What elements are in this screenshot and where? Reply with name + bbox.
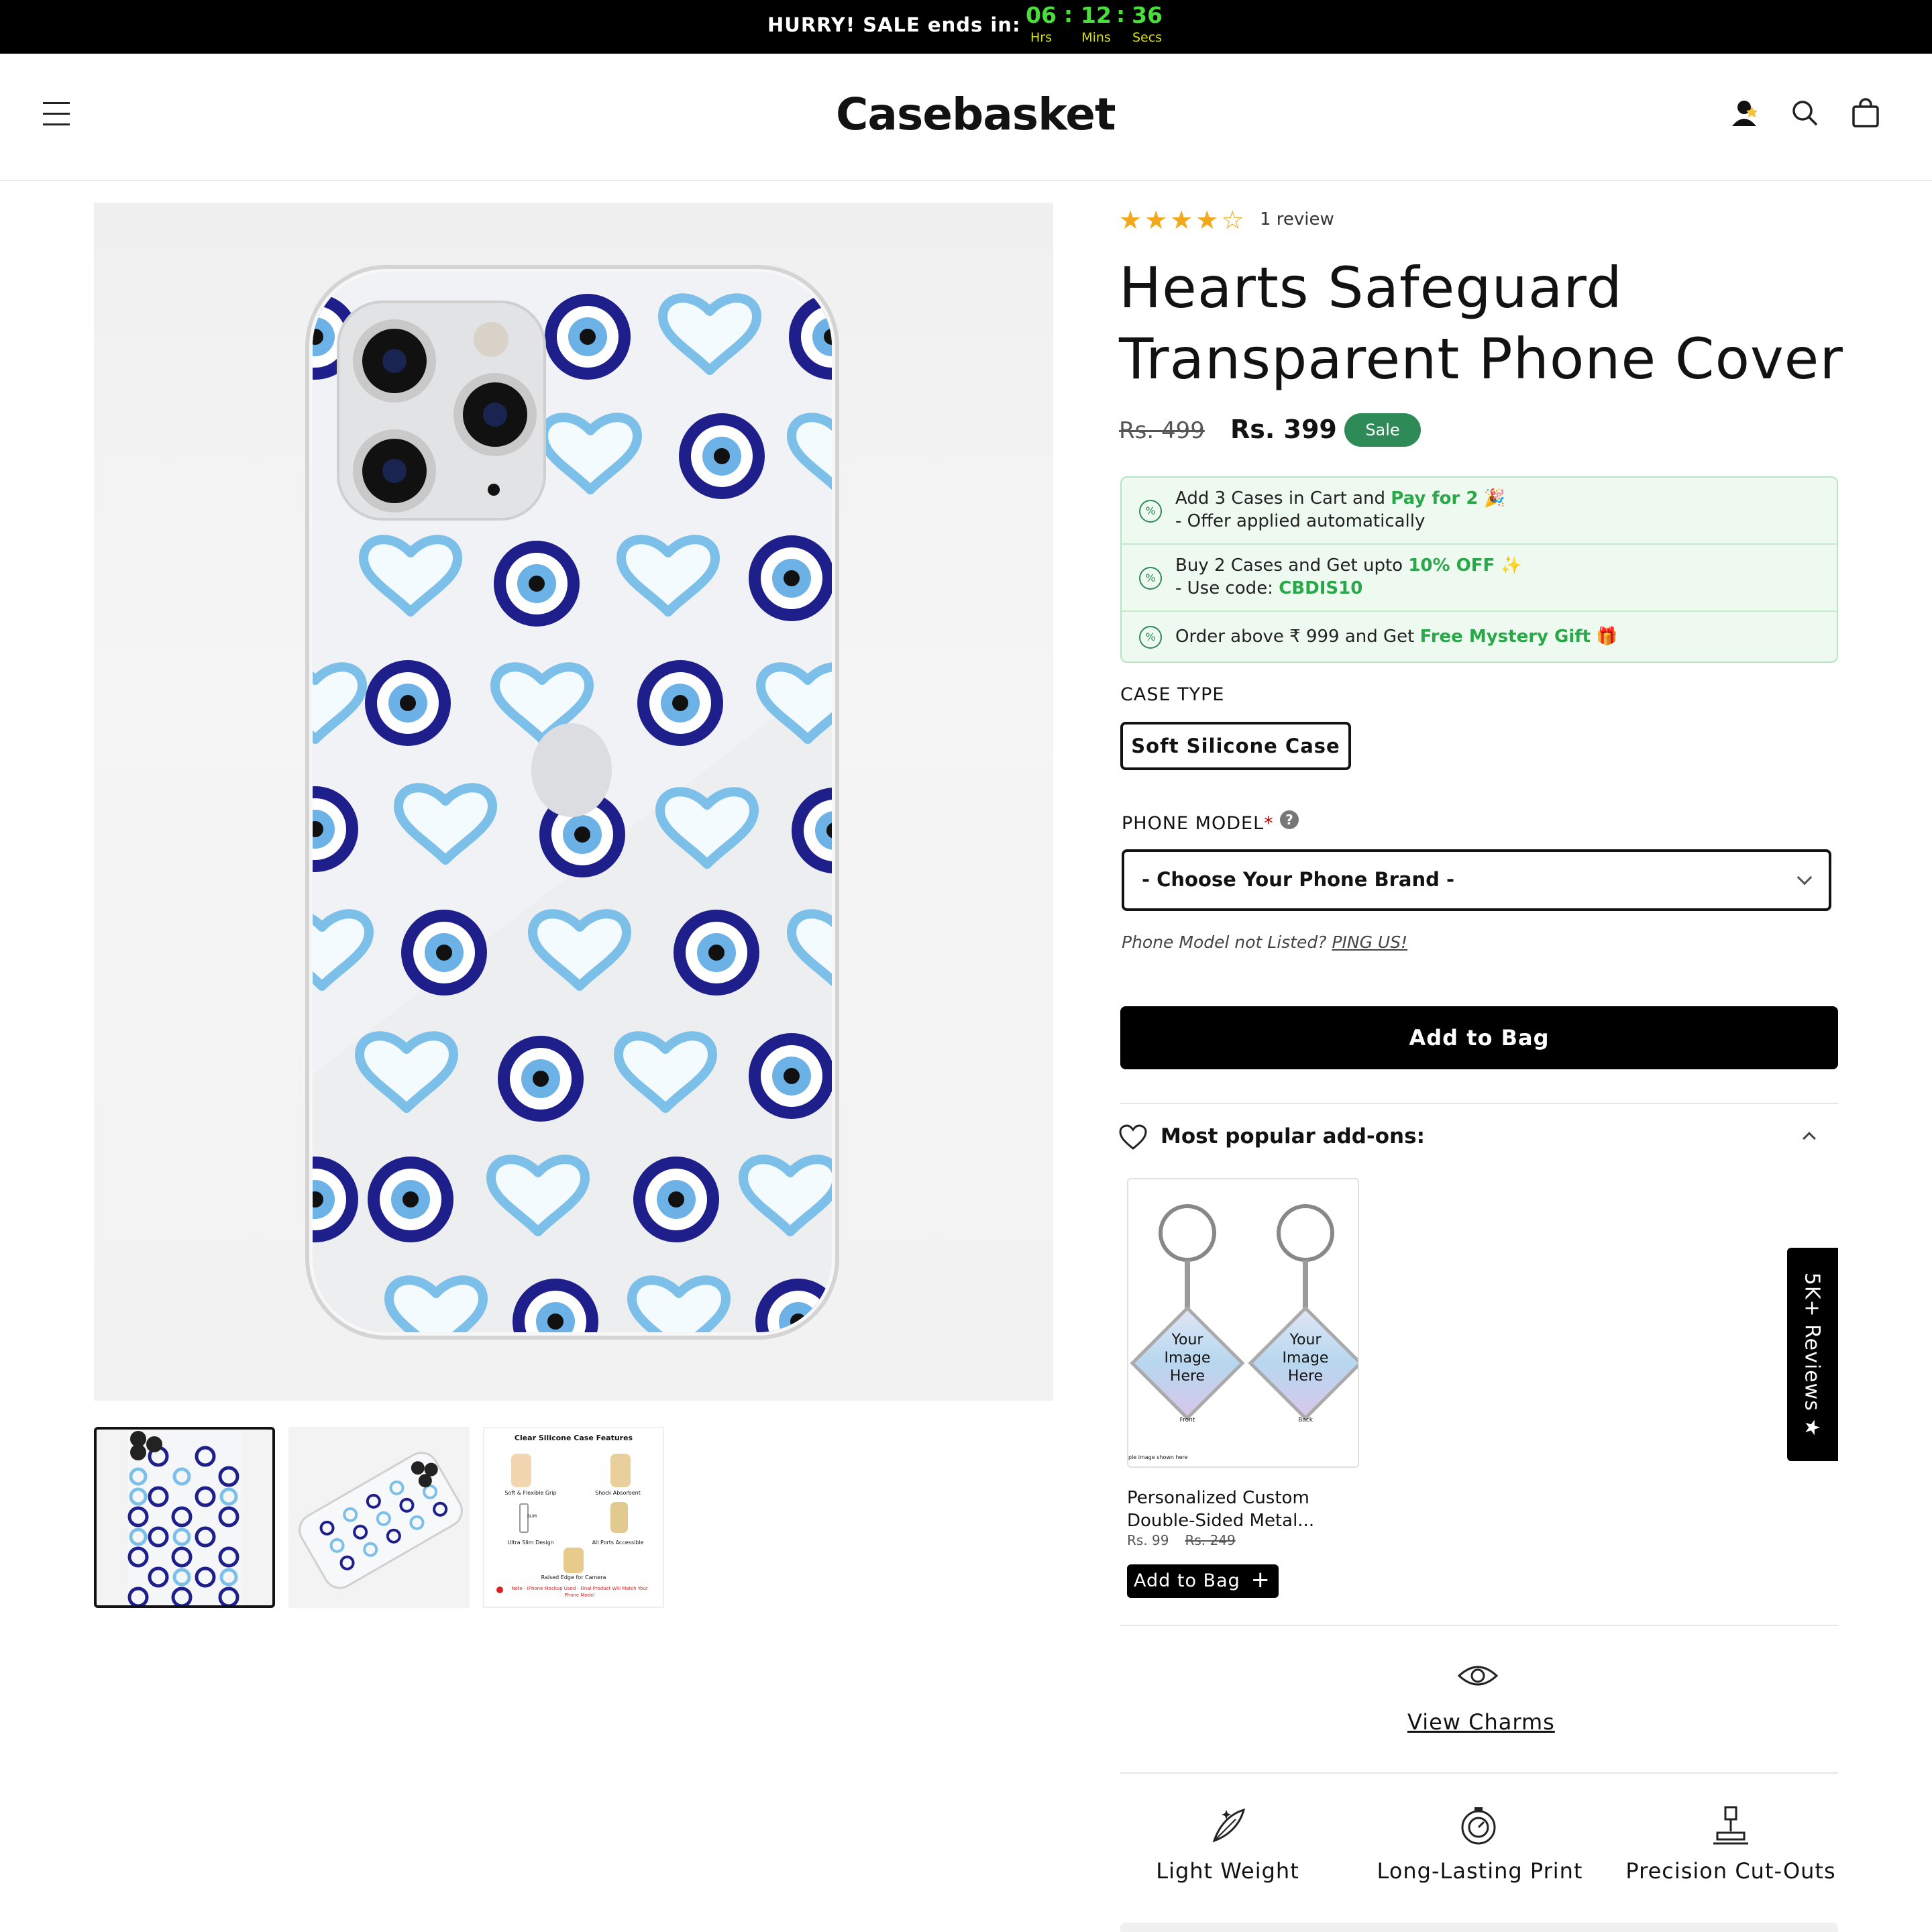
offer-2-text: Buy 2 Cases and Get upto 10% OFF ✨ - Use… — [1175, 555, 1522, 598]
heart-icon — [1119, 1124, 1147, 1151]
addon-title[interactable]: Personalized Custom Double-Sided Metal..… — [1127, 1487, 1355, 1532]
divider — [1120, 1772, 1838, 1774]
phone-brand-select-value: - Choose Your Phone Brand - — [1142, 868, 1454, 891]
divider — [1120, 1625, 1838, 1626]
review-count-link[interactable]: 1 review — [1260, 209, 1334, 229]
product-title: Hearts Safeguard Transparent Phone Cover — [1119, 255, 1843, 392]
thumbnail-3-features[interactable]: Clear Silicone Case Features Soft & Flex… — [483, 1427, 664, 1608]
addon-add-to-bag-button[interactable]: Add to Bag + — [1127, 1564, 1279, 1598]
keychain-front-text: Your Image Here — [1164, 1332, 1211, 1385]
view-charms-link[interactable]: View Charms — [1407, 1709, 1555, 1735]
plus-icon: + — [1250, 1566, 1271, 1593]
phone-model-label: PHONE MODEL* — [1122, 813, 1274, 834]
discount-icon: % — [1139, 626, 1162, 649]
warning-icon — [496, 1587, 503, 1593]
eye-icon[interactable] — [1457, 1662, 1499, 1689]
addon-product-image[interactable]: Your Image Here Your Image Here Front Ba… — [1127, 1178, 1363, 1468]
front-label: Front — [1179, 1417, 1195, 1424]
main-product-image[interactable] — [94, 203, 1053, 1401]
add-to-bag-button[interactable]: Add to Bag — [1120, 1006, 1838, 1069]
help-icon[interactable]: ? — [1280, 810, 1299, 829]
countdown-minutes: 12 Mins — [1081, 2, 1112, 45]
site-logo[interactable]: Casebasket — [836, 89, 1116, 140]
phone-brand-select[interactable]: - Choose Your Phone Brand - — [1122, 849, 1831, 911]
case-type-option-soft-silicone[interactable]: Soft Silicone Case — [1120, 722, 1351, 770]
countdown-separator: : — [1116, 1, 1126, 28]
keychain-back-text: Your Image Here — [1282, 1332, 1329, 1385]
sample-note: ple image shown here — [1128, 1454, 1188, 1460]
feature-shock-image — [610, 1454, 631, 1487]
thumbnail-1[interactable] — [94, 1427, 275, 1608]
rating-stars[interactable]: ★★★★☆ — [1119, 205, 1246, 235]
feature-light-weight: Light Weight — [1156, 1858, 1299, 1884]
offer-3-text: Order above ₹ 999 and Get Free Mystery G… — [1175, 627, 1618, 647]
back-label: Back — [1298, 1417, 1313, 1424]
addons-heading[interactable]: Most popular add-ons: — [1161, 1124, 1425, 1148]
next-section-edge — [1120, 1923, 1838, 1932]
discount-icon: % — [1139, 500, 1162, 523]
print-quality-icon — [1457, 1805, 1500, 1847]
offers-box: % Add 3 Cases in Cart and Pay for 2 🎉 - … — [1120, 476, 1838, 663]
menu-icon[interactable] — [43, 102, 71, 127]
sale-price: Rs. 399 — [1230, 415, 1337, 444]
countdown-separator: : — [1064, 1, 1073, 28]
offer-row-3: % Order above ₹ 999 and Get Free Mystery… — [1122, 612, 1837, 663]
account-icon[interactable] — [1729, 97, 1763, 130]
feature-ports-image — [610, 1502, 628, 1533]
phone-model-not-listed: Phone Model not Listed? PING US! — [1122, 932, 1408, 952]
case-type-label: CASE TYPE — [1120, 684, 1225, 705]
ping-us-link[interactable]: PING US! — [1332, 932, 1407, 952]
sale-badge: Sale — [1344, 413, 1421, 447]
feather-icon — [1206, 1805, 1249, 1847]
compare-at-price: Rs. 499 — [1119, 417, 1205, 444]
reviews-side-tab[interactable]: 5K+ Reviews ★ — [1787, 1248, 1838, 1461]
countdown-seconds: 36 Secs — [1132, 2, 1163, 45]
cart-icon[interactable] — [1849, 97, 1882, 130]
sale-hurry-text: HURRY! SALE ends in: — [767, 13, 1021, 36]
cutter-icon — [1709, 1805, 1752, 1847]
reviews-tab-label: 5K+ Reviews ★ — [1800, 1272, 1824, 1438]
site-header: Casebasket — [0, 54, 1932, 181]
offer-row-2: % Buy 2 Cases and Get upto 10% OFF ✨ - U… — [1122, 545, 1837, 612]
feature-camera-image — [564, 1548, 584, 1573]
chevron-up-icon[interactable] — [1803, 1132, 1816, 1145]
offer-1-text: Add 3 Cases in Cart and Pay for 2 🎉 - Of… — [1175, 488, 1506, 531]
feature-long-lasting-print: Long-Lasting Print — [1377, 1858, 1583, 1884]
countdown-hours: 06 Hrs — [1026, 2, 1057, 45]
chevron-down-icon — [1796, 869, 1813, 885]
feature-precision-cut-outs: Precision Cut-Outs — [1625, 1858, 1836, 1884]
feature-grip-image — [511, 1454, 531, 1487]
addon-price: Rs. 99 Rs. 249 — [1127, 1532, 1236, 1548]
thumbnail-2[interactable] — [288, 1427, 470, 1608]
sale-countdown-bar: HURRY! SALE ends in: 06 Hrs : 12 Mins : 36… — [0, 0, 1932, 54]
divider — [1120, 1103, 1838, 1104]
discount-icon: % — [1139, 567, 1162, 590]
offer-row-1: % Add 3 Cases in Cart and Pay for 2 🎉 - … — [1122, 478, 1837, 545]
search-icon[interactable] — [1788, 97, 1822, 130]
